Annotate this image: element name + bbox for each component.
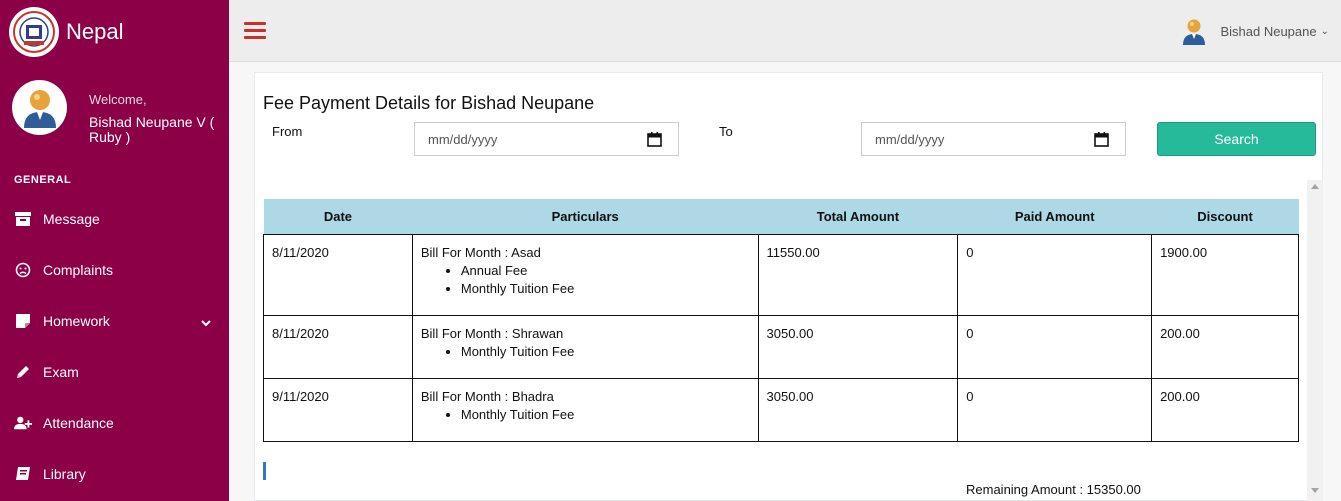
table-row: 8/11/2020 Bill For Month : Shrawan Month… bbox=[263, 314, 1299, 379]
cell-total-amount: 11550.00 bbox=[757, 233, 959, 316]
cell-discount: 1900.00 bbox=[1151, 233, 1299, 316]
section-title-general: GENERAL bbox=[14, 174, 72, 186]
accent-marker bbox=[263, 462, 266, 480]
top-navbar: Bishad Neupane ⌄ bbox=[229, 0, 1341, 62]
fee-table: Date Particulars Total Amount Paid Amoun… bbox=[263, 199, 1299, 442]
bill-title: Bill For Month : Asad bbox=[420, 244, 541, 260]
profile-name: Bishad Neupane V ( Ruby ) bbox=[89, 114, 215, 145]
sidebar-item-label: Homework bbox=[43, 313, 110, 329]
user-plus-icon bbox=[14, 414, 32, 432]
cell-paid-amount: 0 bbox=[957, 314, 1153, 379]
calendar-icon[interactable] bbox=[647, 132, 662, 150]
table-row: 8/11/2020 Bill For Month : Asad Annual F… bbox=[263, 233, 1299, 316]
page-title: Fee Payment Details for Bishad Neupane bbox=[263, 93, 595, 113]
sidebar-item-message[interactable]: Message bbox=[0, 199, 229, 239]
cell-total-amount: 3050.00 bbox=[757, 314, 959, 379]
search-button[interactable]: Search bbox=[1157, 122, 1316, 156]
sidebar-item-complaints[interactable]: Complaints bbox=[0, 250, 229, 290]
menu-toggle-icon[interactable] bbox=[244, 22, 266, 42]
sidebar-item-label: Exam bbox=[43, 364, 79, 380]
fee-items-list: Monthly Tuition Fee bbox=[461, 406, 750, 424]
frown-icon bbox=[14, 261, 32, 279]
note-icon bbox=[14, 312, 32, 330]
from-date-placeholder: mm/dd/yyyy bbox=[428, 131, 498, 147]
sidebar-item-homework[interactable]: Homework bbox=[0, 301, 229, 341]
column-header-date: Date bbox=[263, 199, 413, 234]
book-icon bbox=[14, 465, 32, 483]
user-avatar-icon bbox=[1180, 17, 1208, 45]
sidebar-item-attendance[interactable]: Attendance bbox=[0, 403, 229, 443]
sidebar-item-library[interactable]: Library bbox=[0, 454, 229, 494]
scroll-down-icon[interactable] bbox=[1311, 488, 1319, 493]
cell-particulars: Bill For Month : Bhadra Monthly Tuition … bbox=[411, 377, 759, 442]
scroll-up-icon[interactable] bbox=[1311, 184, 1319, 189]
user-name: Bishad Neupane bbox=[1220, 23, 1317, 39]
chevron-down-icon: ⌄ bbox=[1320, 25, 1329, 37]
fee-items-list: Annual Fee Monthly Tuition Fee bbox=[461, 262, 750, 298]
brand-name: Nepal bbox=[66, 19, 124, 44]
column-header-total-amount: Total Amount bbox=[758, 199, 958, 234]
fee-items-list: Monthly Tuition Fee bbox=[461, 343, 750, 361]
cell-date: 8/11/2020 bbox=[263, 314, 413, 379]
welcome-text: Welcome, bbox=[89, 92, 147, 107]
cell-date: 8/11/2020 bbox=[263, 233, 413, 316]
column-header-paid-amount: Paid Amount bbox=[957, 199, 1152, 234]
column-header-discount: Discount bbox=[1151, 199, 1299, 234]
sidebar-item-label: Library bbox=[43, 466, 86, 482]
archive-icon bbox=[14, 210, 32, 228]
brand[interactable]: Nepal bbox=[9, 7, 123, 57]
cell-particulars: Bill For Month : Shrawan Monthly Tuition… bbox=[411, 314, 759, 379]
cell-total-amount: 3050.00 bbox=[757, 377, 959, 442]
cell-discount: 200.00 bbox=[1151, 314, 1299, 379]
cell-paid-amount: 0 bbox=[957, 377, 1153, 442]
to-label: To bbox=[719, 124, 733, 139]
fee-item: Annual Fee bbox=[461, 262, 750, 280]
bill-title: Bill For Month : Bhadra bbox=[420, 388, 554, 404]
fee-item: Monthly Tuition Fee bbox=[461, 406, 750, 424]
vertical-scrollbar[interactable] bbox=[1307, 180, 1323, 501]
fee-item: Monthly Tuition Fee bbox=[461, 343, 750, 361]
profile: Welcome, Bishad Neupane V ( Ruby ) bbox=[12, 80, 222, 150]
avatar bbox=[12, 80, 67, 135]
pencil-icon bbox=[14, 363, 32, 381]
school-logo-icon bbox=[9, 7, 59, 57]
from-label: From bbox=[272, 124, 303, 139]
cell-date: 9/11/2020 bbox=[263, 377, 413, 442]
sidebar-item-label: Attendance bbox=[43, 415, 114, 431]
chevron-down-icon[interactable] bbox=[201, 314, 211, 330]
user-dropdown[interactable]: Bishad Neupane ⌄ bbox=[1180, 17, 1329, 45]
from-date-input[interactable]: mm/dd/yyyy bbox=[414, 122, 679, 156]
sidebar-item-label: Complaints bbox=[43, 262, 114, 278]
fee-item: Monthly Tuition Fee bbox=[461, 280, 750, 298]
table-row: 9/11/2020 Bill For Month : Bhadra Monthl… bbox=[263, 377, 1299, 442]
cell-discount: 200.00 bbox=[1151, 377, 1299, 442]
to-date-placeholder: mm/dd/yyyy bbox=[875, 131, 945, 147]
sidebar-item-exam[interactable]: Exam bbox=[0, 352, 229, 392]
bill-title: Bill For Month : Shrawan bbox=[420, 325, 564, 341]
table-header-row: Date Particulars Total Amount Paid Amoun… bbox=[263, 199, 1299, 234]
cell-paid-amount: 0 bbox=[957, 233, 1153, 316]
cell-particulars: Bill For Month : Asad Annual Fee Monthly… bbox=[411, 233, 759, 316]
calendar-icon[interactable] bbox=[1094, 132, 1109, 150]
sidebar: Nepal Welcome, Bishad Neupane V ( Ruby )… bbox=[0, 0, 229, 501]
column-header-particulars: Particulars bbox=[412, 199, 758, 234]
content-panel: Fee Payment Details for Bishad Neupane F… bbox=[254, 72, 1323, 501]
remaining-amount: Remaining Amount : 15350.00 bbox=[966, 482, 1141, 497]
to-date-input[interactable]: mm/dd/yyyy bbox=[861, 122, 1126, 156]
sidebar-item-label: Message bbox=[43, 211, 100, 227]
